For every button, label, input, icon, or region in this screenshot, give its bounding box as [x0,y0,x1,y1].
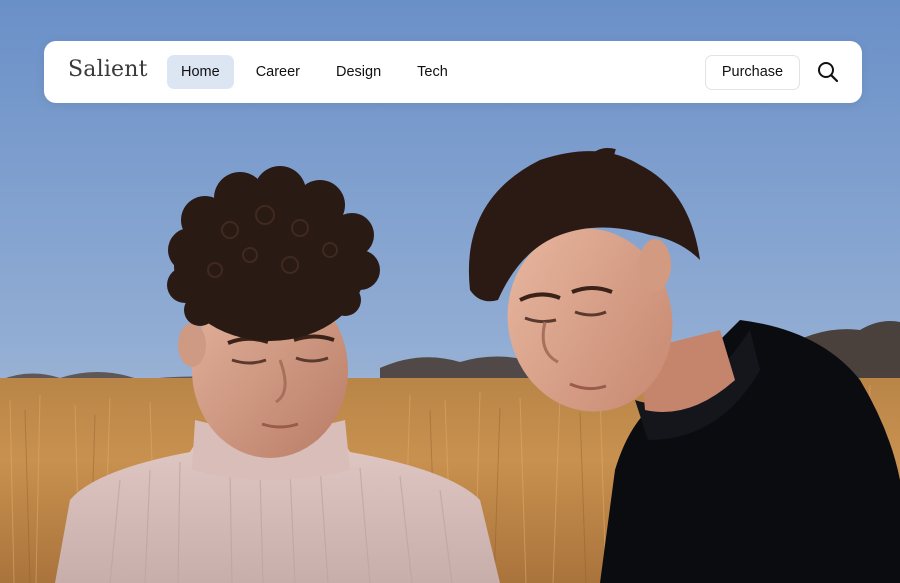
search-button[interactable] [816,60,840,84]
search-icon [818,62,839,83]
nav-item-career[interactable]: Career [242,55,314,89]
top-navbar: Salient Home Career Design Tech Purchase [44,41,862,103]
nav-item-home[interactable]: Home [167,55,234,89]
nav-links: Home Career Design Tech [167,55,470,89]
nav-item-tech[interactable]: Tech [403,55,462,89]
nav-item-design[interactable]: Design [322,55,395,89]
purchase-button[interactable]: Purchase [705,55,800,90]
brand-logo[interactable]: Salient [68,57,148,82]
